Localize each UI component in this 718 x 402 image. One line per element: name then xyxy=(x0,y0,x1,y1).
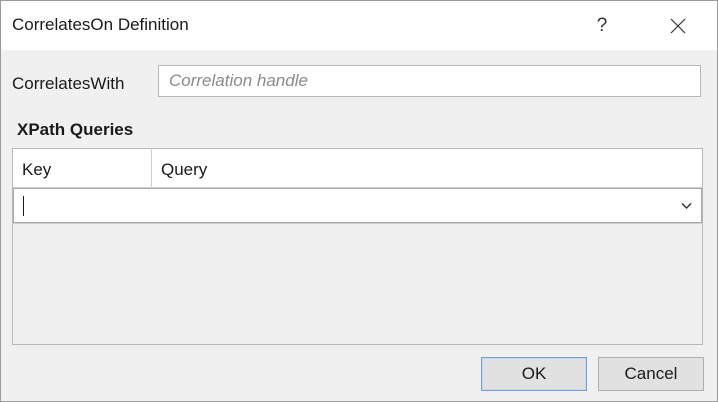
column-header-key[interactable]: Key xyxy=(13,149,152,187)
column-header-query[interactable]: Query xyxy=(152,149,702,187)
correlates-with-input[interactable] xyxy=(158,65,701,97)
xpath-queries-grid: Key Query xyxy=(12,148,703,345)
table-row xyxy=(13,188,702,224)
xpath-queries-title: XPath Queries xyxy=(17,120,134,139)
key-combobox[interactable] xyxy=(13,188,702,223)
help-button[interactable]: ? xyxy=(573,5,631,47)
close-button[interactable] xyxy=(649,5,707,47)
chevron-down-icon[interactable] xyxy=(681,202,692,210)
close-icon xyxy=(670,18,686,34)
text-caret xyxy=(23,196,24,216)
window-title: CorrelatesOn Definition xyxy=(12,15,189,34)
cancel-button[interactable]: Cancel xyxy=(598,357,704,391)
grid-header: Key Query xyxy=(13,149,702,188)
title-bar: CorrelatesOn Definition ? xyxy=(1,1,717,50)
correlates-on-dialog: CorrelatesOn Definition ? CorrelatesWith… xyxy=(0,0,718,402)
column-header-key-label: Key xyxy=(22,160,52,179)
column-header-query-label: Query xyxy=(161,160,208,179)
correlates-with-label: CorrelatesWith xyxy=(12,74,125,93)
ok-button[interactable]: OK xyxy=(481,357,587,391)
